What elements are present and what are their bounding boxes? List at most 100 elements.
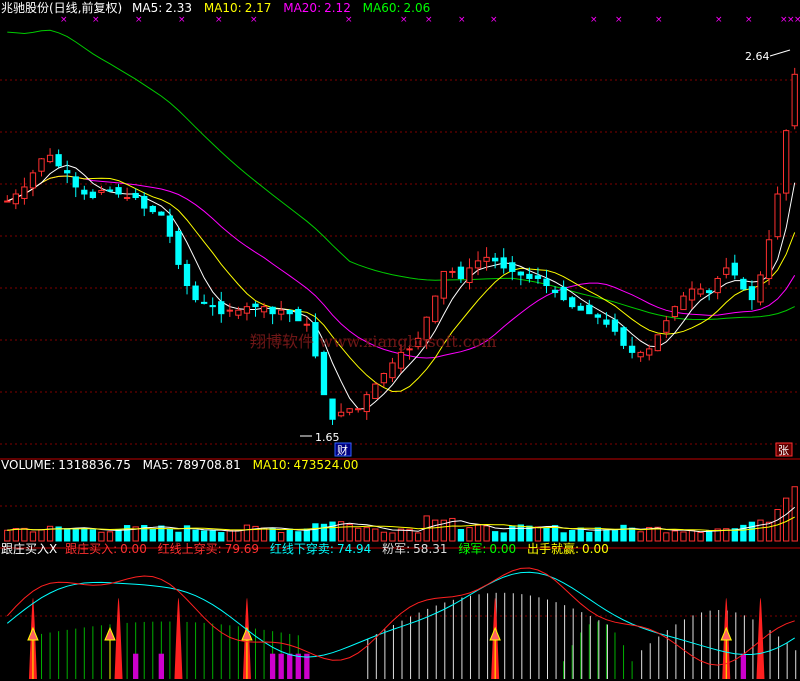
cross-mark: × [745, 15, 753, 25]
candle-body [611, 319, 619, 332]
candle-body [320, 351, 328, 396]
badge-zhang[interactable]: 张 [775, 442, 793, 457]
volume-bar [209, 530, 216, 542]
volume-header: VOLUME: 1318836.75 MA5: 789708.81 MA10: 473… [1, 458, 358, 472]
candle-body [432, 295, 439, 323]
volume-bar [688, 529, 696, 542]
volume-bar [748, 521, 756, 542]
volume-bar [312, 523, 319, 542]
candle-body [372, 383, 379, 399]
ma5-value: 2.33 [165, 1, 192, 15]
cross-mark: × [345, 15, 353, 25]
volume-bar [303, 528, 311, 542]
candle-body [449, 270, 456, 273]
volume-bar [389, 532, 396, 542]
volume-bar [414, 532, 422, 542]
candle-body [543, 278, 550, 287]
ind-value-5: 0.00 [582, 542, 609, 556]
candle-body [149, 205, 156, 213]
badge-cai[interactable]: 财 [334, 442, 352, 457]
candle-body [440, 270, 447, 299]
candle-body [783, 130, 790, 194]
volume-bar [620, 524, 627, 542]
red-spike [174, 598, 183, 679]
candle-body [688, 288, 696, 301]
volume-bars [4, 486, 798, 542]
candle-body [466, 267, 473, 283]
volume-bar [81, 527, 88, 542]
candle-body [457, 266, 465, 279]
volume-bar [534, 526, 542, 542]
volume-bar [757, 519, 764, 542]
candle-body [560, 286, 567, 301]
candle-body [731, 262, 738, 276]
high-marker: 2.64 [745, 49, 791, 63]
candle-body [29, 172, 37, 189]
candle-body [141, 195, 148, 209]
ind-label-3: 粉军: [382, 542, 410, 556]
candle-body [500, 257, 507, 269]
volume-bar [372, 528, 379, 542]
candle-body [158, 211, 165, 216]
candle-body [671, 306, 679, 317]
svg-text:张: 张 [778, 444, 789, 457]
vol-ma10-path [7, 516, 795, 532]
candle-body [517, 271, 524, 276]
volume-bar [586, 531, 593, 542]
volume-bar [243, 524, 251, 542]
high-label: 2.64 [745, 50, 770, 63]
candle-body [748, 286, 756, 301]
ma60-value: 2.06 [404, 1, 431, 15]
candle-body [740, 278, 747, 290]
volume-bar [286, 528, 293, 542]
volume-value: 1318836.75 [58, 458, 131, 472]
candle-body [534, 275, 542, 279]
volume-bar [569, 529, 576, 542]
candle-body [483, 256, 490, 262]
candle-body [586, 304, 593, 315]
low-label: 1.65 [315, 431, 340, 444]
volume-bar [483, 525, 490, 542]
stock-chart[interactable]: × × × × × × × × × × × × × × × × × × × 翔博软件 www.xiangbosoft… [0, 0, 800, 681]
cross-mark: × [490, 15, 498, 25]
vol-ma5-value: 789708.81 [176, 458, 241, 472]
candle-body [757, 274, 764, 303]
candle-body [654, 334, 661, 352]
ma60-path [7, 29, 795, 321]
magenta-bar [295, 653, 301, 679]
ind-value-1: 79.69 [225, 542, 259, 556]
candle-body [72, 176, 79, 188]
candle-body [12, 193, 19, 205]
volume-bar [115, 529, 122, 542]
volume-bar [603, 529, 610, 542]
cross-mark: × [590, 15, 598, 25]
cross-mark: × [135, 15, 143, 25]
candle-body [491, 257, 499, 262]
volume-bar [791, 486, 798, 542]
candle-body [346, 408, 353, 413]
candle-body [106, 189, 114, 192]
cross-mark: × [250, 15, 258, 25]
ind-label-1: 红线上穿买: [158, 541, 222, 556]
candle-body [303, 323, 311, 326]
ind-label-4: 绿军: [458, 541, 486, 556]
candle-body [680, 295, 687, 311]
candle-body [243, 306, 251, 314]
ind-value-3: 58.31 [413, 542, 447, 556]
candle-body [81, 189, 88, 195]
candle-body [4, 200, 11, 203]
candle-body [295, 308, 302, 322]
candle-body [628, 345, 636, 353]
signal-marks: × × × × × × × × × × × × × × × × × × × [60, 15, 800, 25]
candle-body [577, 305, 584, 311]
volume-bar [577, 527, 584, 542]
candle-body [714, 277, 721, 294]
magenta-bar [133, 653, 139, 679]
stock-title: 兆驰股份(日线,前复权) [1, 0, 122, 15]
candle-body [89, 191, 97, 199]
candle-body [166, 215, 174, 237]
volume-bar [21, 527, 28, 542]
volume-bar [149, 528, 156, 542]
volume-bar [705, 530, 713, 542]
candle-body [697, 288, 704, 295]
